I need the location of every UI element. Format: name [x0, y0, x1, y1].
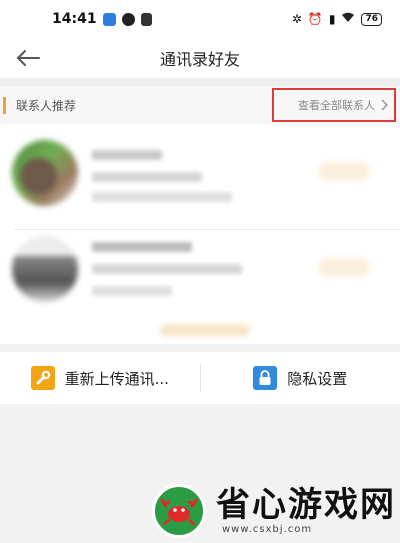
contact-list: [0, 124, 400, 344]
privacy-settings-button[interactable]: 隐私设置: [201, 352, 400, 404]
status-right: ✲ ⏰ ▮ 76: [292, 12, 382, 26]
wifi-icon: [341, 12, 355, 26]
status-bar: 14:41 ✲ ⏰ ▮ 76: [0, 0, 400, 38]
privacy-label: 隐私设置: [287, 369, 348, 388]
add-friend-button[interactable]: [318, 162, 370, 180]
add-friend-button[interactable]: [318, 258, 370, 276]
recommend-header: 联系人推荐 查看全部联系人: [0, 86, 400, 124]
page-title: 通讯录好友: [159, 50, 240, 69]
blurred-name: [92, 150, 162, 160]
avatar: [12, 236, 78, 302]
watermark-url: www.csxbj.com: [222, 524, 313, 535]
blurred-name: [92, 242, 192, 252]
blurred-more-link[interactable]: [160, 324, 250, 336]
avatar: [12, 140, 78, 206]
status-time: 14:41: [52, 11, 97, 27]
back-arrow-icon: [16, 50, 40, 66]
list-item[interactable]: [0, 228, 400, 320]
view-all-label: 查看全部联系人: [298, 99, 375, 112]
watermark-title: 省心游戏网: [216, 485, 396, 525]
notification-app-icon: [102, 12, 116, 26]
blurred-detail: [92, 172, 202, 182]
status-left: 14:41: [52, 11, 152, 27]
signal-icon: ▮: [328, 12, 336, 26]
back-button[interactable]: [12, 42, 44, 74]
reupload-contacts-button[interactable]: 重新上传通讯...: [0, 352, 200, 404]
notification-doc-icon: [140, 12, 152, 26]
section-gap: [0, 78, 400, 86]
blurred-detail: [92, 264, 242, 274]
nav-bar: 通讯录好友: [0, 38, 400, 78]
recommend-title: 联系人推荐: [3, 96, 76, 114]
wrench-icon: [30, 366, 55, 390]
bottom-toolbar: 重新上传通讯... 隐私设置: [0, 352, 400, 404]
crab-logo-icon: [152, 483, 206, 538]
bluetooth-icon: ✲: [291, 12, 302, 26]
blurred-detail: [92, 192, 232, 202]
site-watermark: 省心游戏网 www.csxbj.com: [152, 478, 400, 543]
reupload-label: 重新上传通讯...: [64, 369, 169, 388]
battery-icon: 76: [361, 12, 382, 26]
lock-icon: [253, 366, 278, 390]
notification-app-icon: [121, 12, 135, 26]
list-item[interactable]: [0, 132, 400, 230]
alarm-icon: ⏰: [307, 12, 323, 26]
blurred-detail: [92, 286, 172, 296]
view-all-contacts-link[interactable]: 查看全部联系人: [272, 88, 396, 122]
watermark-text-group: 省心游戏网 www.csxbj.com: [216, 486, 396, 535]
chevron-right-icon: [381, 99, 388, 111]
